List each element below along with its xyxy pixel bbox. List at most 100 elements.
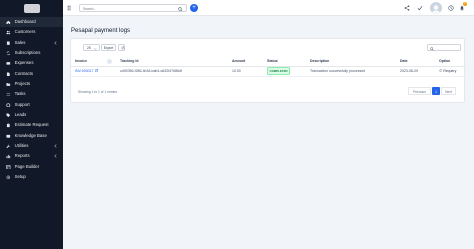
sidebar: Dashboard Customers Sales Subscriptions Expe… bbox=[0, 0, 63, 249]
pagination-previous[interactable]: Previous bbox=[408, 87, 431, 95]
sidebar-item-label: Projects bbox=[14, 81, 31, 87]
sidebar-item-sales[interactable]: Sales bbox=[0, 38, 63, 48]
sidebar-nav: Dashboard Customers Sales Subscriptions Expe… bbox=[0, 16, 63, 183]
sidebar-item-knowledge-base[interactable]: Knowledge Base bbox=[0, 131, 63, 141]
avatar[interactable] bbox=[430, 2, 442, 14]
amount-cell: 10.00 bbox=[228, 66, 263, 77]
quick-add-button[interactable]: + bbox=[190, 4, 198, 12]
sidebar-item-label: Utilities bbox=[14, 143, 29, 149]
select-all-toggle[interactable] bbox=[107, 59, 112, 64]
table-search bbox=[427, 44, 461, 51]
pagination-next[interactable]: Next bbox=[441, 87, 456, 95]
repeat-icon bbox=[6, 51, 11, 56]
topbar: + 2 bbox=[63, 0, 474, 16]
sidebar-item-label: Estimate Request bbox=[14, 122, 49, 128]
sidebar-item-label: Setup bbox=[14, 174, 26, 180]
sidebar-item-utilities[interactable]: Utilities bbox=[0, 141, 63, 151]
tag-icon bbox=[6, 113, 11, 118]
option-cell: Requery bbox=[435, 66, 466, 77]
sidebar-item-label: Contracts bbox=[14, 70, 33, 76]
chevron-left-icon bbox=[54, 144, 57, 148]
sidebar-item-estimate-request[interactable]: Estimate Request bbox=[0, 120, 63, 130]
payment-logs-panel: 25 Export Invoice Tracking Id Amount Sta… bbox=[70, 38, 466, 103]
tracking-id-cell: cd92056-f286-4b34-bab4-dd32f47686df bbox=[116, 66, 228, 77]
requery-link[interactable]: Requery bbox=[439, 69, 456, 73]
status-badge: COMPLETED bbox=[267, 67, 291, 75]
export-button[interactable]: Export bbox=[101, 44, 116, 51]
refresh-icon bbox=[439, 69, 442, 73]
sidebar-item-label: Page Builder bbox=[14, 163, 40, 169]
share-icon[interactable] bbox=[404, 5, 410, 11]
folder-icon bbox=[6, 82, 11, 87]
check-icon[interactable] bbox=[417, 5, 423, 11]
search-icon[interactable] bbox=[178, 6, 183, 12]
invoice-cell: INV-000017 bbox=[71, 66, 116, 77]
wallet-icon bbox=[6, 61, 11, 66]
requery-label: Requery bbox=[443, 69, 457, 73]
sidebar-item-label: Knowledge Base bbox=[14, 132, 47, 138]
table-search-input[interactable] bbox=[436, 46, 460, 51]
wrench-icon bbox=[6, 144, 11, 149]
home-icon bbox=[6, 20, 11, 25]
table-header-row: Invoice Tracking Id Amount Status Descri… bbox=[71, 57, 466, 67]
refresh-icon bbox=[121, 46, 124, 50]
sidebar-item-setup[interactable]: Setup bbox=[0, 172, 63, 182]
table-info: Showing 1 to 1 of 1 entries bbox=[78, 90, 118, 94]
column-header-date[interactable]: Date bbox=[396, 57, 435, 67]
column-header-amount[interactable]: Amount bbox=[228, 57, 263, 67]
sidebar-item-contracts[interactable]: Contracts bbox=[0, 69, 63, 79]
sidebar-item-label: Subscriptions bbox=[14, 50, 41, 56]
column-header-tracking-id[interactable]: Tracking Id bbox=[116, 57, 228, 67]
global-search bbox=[79, 4, 187, 12]
column-header-status[interactable]: Status bbox=[263, 57, 306, 67]
column-header-description[interactable]: Description bbox=[306, 57, 396, 67]
column-header-label: Invoice bbox=[75, 59, 88, 64]
layout-icon bbox=[6, 164, 11, 170]
sidebar-item-label: Dashboard bbox=[14, 19, 36, 25]
sidebar-item-tasks[interactable]: Tasks bbox=[0, 89, 63, 99]
chart-icon bbox=[6, 154, 11, 159]
sidebar-item-label: Sales bbox=[14, 39, 26, 45]
search-icon bbox=[430, 46, 434, 51]
pagination-current-page[interactable]: 1 bbox=[432, 87, 440, 95]
logo-mark bbox=[23, 3, 40, 13]
book-icon bbox=[6, 134, 11, 139]
sidebar-item-label: Customers bbox=[14, 29, 36, 35]
sidebar-item-customers[interactable]: Customers bbox=[0, 27, 63, 37]
search-input[interactable] bbox=[83, 6, 173, 12]
sidebar-item-label: Reports bbox=[14, 153, 30, 159]
status-cell: COMPLETED bbox=[263, 66, 306, 77]
sidebar-item-expenses[interactable]: Expenses bbox=[0, 58, 63, 68]
invoice-link[interactable]: INV-000017 bbox=[75, 69, 94, 73]
sidebar-item-reports[interactable]: Reports bbox=[0, 151, 63, 161]
page-size-select[interactable]: 25 bbox=[83, 44, 100, 51]
sidebar-item-page-builder[interactable]: Page Builder bbox=[0, 162, 63, 172]
chevron-left-icon bbox=[54, 40, 57, 45]
receipt-icon bbox=[6, 41, 11, 46]
document-icon bbox=[6, 72, 11, 77]
sidebar-item-support[interactable]: Support bbox=[0, 100, 63, 110]
table-row: INV-000017 cd92056-f286-4b34-bab4-dd32f4… bbox=[71, 66, 466, 77]
gear-icon bbox=[6, 175, 11, 180]
column-header-invoice[interactable]: Invoice bbox=[71, 57, 116, 67]
sidebar-item-leads[interactable]: Leads bbox=[0, 110, 63, 120]
checklist-icon bbox=[6, 92, 11, 97]
date-cell: 2023-08-09 bbox=[396, 66, 435, 77]
reload-button[interactable] bbox=[118, 44, 125, 51]
brand-logo[interactable] bbox=[0, 0, 63, 16]
sidebar-item-label: Support bbox=[14, 101, 30, 107]
column-header-option[interactable]: Option bbox=[435, 57, 466, 67]
sidebar-item-subscriptions[interactable]: Subscriptions bbox=[0, 48, 63, 58]
page-title: Pesapal payment logs bbox=[71, 28, 131, 34]
sidebar-item-projects[interactable]: Projects bbox=[0, 79, 63, 89]
clock-icon[interactable] bbox=[448, 5, 454, 11]
chevron-left-icon bbox=[54, 154, 57, 159]
sidebar-item-label: Tasks bbox=[14, 91, 26, 97]
external-link-icon[interactable] bbox=[95, 69, 99, 73]
sidebar-item-dashboard[interactable]: Dashboard bbox=[0, 17, 63, 28]
sidebar-item-label: Leads bbox=[14, 112, 27, 118]
notification-badge: 2 bbox=[463, 2, 467, 6]
payment-logs-table: Invoice Tracking Id Amount Status Descri… bbox=[71, 57, 466, 77]
sidebar-item-label: Expenses bbox=[14, 60, 34, 66]
menu-toggle-icon[interactable] bbox=[67, 5, 73, 11]
